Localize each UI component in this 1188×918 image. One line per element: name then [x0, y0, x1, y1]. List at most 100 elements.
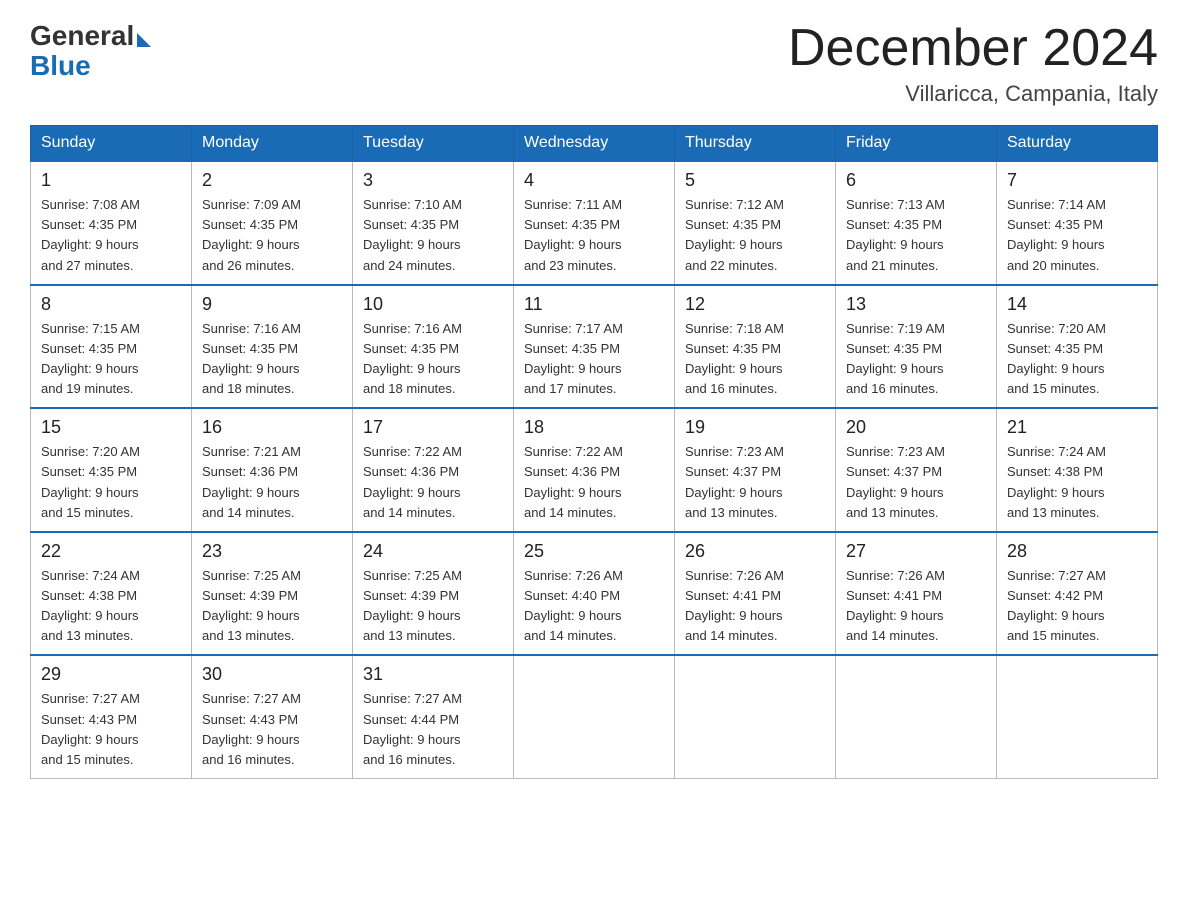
day-info: Sunrise: 7:14 AMSunset: 4:35 PMDaylight:…: [1007, 195, 1147, 276]
day-info: Sunrise: 7:27 AMSunset: 4:42 PMDaylight:…: [1007, 566, 1147, 647]
day-number: 25: [524, 541, 664, 562]
day-info: Sunrise: 7:23 AMSunset: 4:37 PMDaylight:…: [685, 442, 825, 523]
day-number: 4: [524, 170, 664, 191]
day-info: Sunrise: 7:23 AMSunset: 4:37 PMDaylight:…: [846, 442, 986, 523]
calendar-cell: 21 Sunrise: 7:24 AMSunset: 4:38 PMDayligh…: [997, 408, 1158, 532]
calendar-cell: 22 Sunrise: 7:24 AMSunset: 4:38 PMDayligh…: [31, 532, 192, 656]
day-number: 28: [1007, 541, 1147, 562]
day-number: 11: [524, 294, 664, 315]
week-row-2: 8 Sunrise: 7:15 AMSunset: 4:35 PMDaylight…: [31, 285, 1158, 409]
day-number: 6: [846, 170, 986, 191]
day-number: 8: [41, 294, 181, 315]
day-number: 19: [685, 417, 825, 438]
calendar-cell: 3 Sunrise: 7:10 AMSunset: 4:35 PMDaylight…: [353, 161, 514, 285]
week-row-4: 22 Sunrise: 7:24 AMSunset: 4:38 PMDayligh…: [31, 532, 1158, 656]
calendar-cell: 11 Sunrise: 7:17 AMSunset: 4:35 PMDayligh…: [514, 285, 675, 409]
calendar-cell: 4 Sunrise: 7:11 AMSunset: 4:35 PMDaylight…: [514, 161, 675, 285]
day-info: Sunrise: 7:25 AMSunset: 4:39 PMDaylight:…: [202, 566, 342, 647]
calendar-cell: 28 Sunrise: 7:27 AMSunset: 4:42 PMDayligh…: [997, 532, 1158, 656]
day-info: Sunrise: 7:25 AMSunset: 4:39 PMDaylight:…: [363, 566, 503, 647]
calendar-header-sunday: Sunday: [31, 126, 192, 162]
day-number: 3: [363, 170, 503, 191]
calendar-cell: 27 Sunrise: 7:26 AMSunset: 4:41 PMDayligh…: [836, 532, 997, 656]
day-number: 27: [846, 541, 986, 562]
day-number: 21: [1007, 417, 1147, 438]
calendar-cell: [675, 655, 836, 778]
day-number: 15: [41, 417, 181, 438]
day-number: 17: [363, 417, 503, 438]
day-info: Sunrise: 7:21 AMSunset: 4:36 PMDaylight:…: [202, 442, 342, 523]
week-row-1: 1Sunrise: 7:08 AMSunset: 4:35 PMDaylight…: [31, 161, 1158, 285]
location: Villaricca, Campania, Italy: [788, 81, 1158, 107]
day-number: 29: [41, 664, 181, 685]
logo-blue: Blue: [30, 50, 91, 82]
calendar-cell: 2Sunrise: 7:09 AMSunset: 4:35 PMDaylight…: [192, 161, 353, 285]
calendar-cell: 15 Sunrise: 7:20 AMSunset: 4:35 PMDayligh…: [31, 408, 192, 532]
logo-general: General: [30, 20, 134, 52]
calendar-cell: 7 Sunrise: 7:14 AMSunset: 4:35 PMDaylight…: [997, 161, 1158, 285]
calendar-cell: 24 Sunrise: 7:25 AMSunset: 4:39 PMDayligh…: [353, 532, 514, 656]
calendar-header-tuesday: Tuesday: [353, 126, 514, 162]
calendar-cell: 12Sunrise: 7:18 AMSunset: 4:35 PMDayligh…: [675, 285, 836, 409]
calendar-header-row: SundayMondayTuesdayWednesdayThursdayFrid…: [31, 126, 1158, 162]
day-info: Sunrise: 7:27 AMSunset: 4:43 PMDaylight:…: [202, 689, 342, 770]
day-info: Sunrise: 7:11 AMSunset: 4:35 PMDaylight:…: [524, 195, 664, 276]
calendar-header-saturday: Saturday: [997, 126, 1158, 162]
day-number: 7: [1007, 170, 1147, 191]
calendar-cell: [836, 655, 997, 778]
day-info: Sunrise: 7:19 AMSunset: 4:35 PMDaylight:…: [846, 319, 986, 400]
title-section: December 2024 Villaricca, Campania, Ital…: [788, 20, 1158, 107]
calendar-table: SundayMondayTuesdayWednesdayThursdayFrid…: [30, 125, 1158, 779]
day-info: Sunrise: 7:10 AMSunset: 4:35 PMDaylight:…: [363, 195, 503, 276]
calendar-cell: 10Sunrise: 7:16 AMSunset: 4:35 PMDayligh…: [353, 285, 514, 409]
calendar-header-friday: Friday: [836, 126, 997, 162]
calendar-cell: 1Sunrise: 7:08 AMSunset: 4:35 PMDaylight…: [31, 161, 192, 285]
calendar-cell: 13 Sunrise: 7:19 AMSunset: 4:35 PMDayligh…: [836, 285, 997, 409]
day-info: Sunrise: 7:26 AMSunset: 4:40 PMDaylight:…: [524, 566, 664, 647]
calendar-cell: 25 Sunrise: 7:26 AMSunset: 4:40 PMDayligh…: [514, 532, 675, 656]
day-number: 9: [202, 294, 342, 315]
day-info: Sunrise: 7:16 AMSunset: 4:35 PMDaylight:…: [202, 319, 342, 400]
calendar-cell: [514, 655, 675, 778]
day-info: Sunrise: 7:20 AMSunset: 4:35 PMDaylight:…: [1007, 319, 1147, 400]
calendar-header-wednesday: Wednesday: [514, 126, 675, 162]
calendar-cell: 31 Sunrise: 7:27 AMSunset: 4:44 PMDayligh…: [353, 655, 514, 778]
day-info: Sunrise: 7:24 AMSunset: 4:38 PMDaylight:…: [41, 566, 181, 647]
day-number: 14: [1007, 294, 1147, 315]
day-number: 22: [41, 541, 181, 562]
day-info: Sunrise: 7:24 AMSunset: 4:38 PMDaylight:…: [1007, 442, 1147, 523]
day-info: Sunrise: 7:16 AMSunset: 4:35 PMDaylight:…: [363, 319, 503, 400]
day-number: 23: [202, 541, 342, 562]
calendar-cell: 16Sunrise: 7:21 AMSunset: 4:36 PMDayligh…: [192, 408, 353, 532]
day-info: Sunrise: 7:15 AMSunset: 4:35 PMDaylight:…: [41, 319, 181, 400]
day-info: Sunrise: 7:27 AMSunset: 4:44 PMDaylight:…: [363, 689, 503, 770]
calendar-cell: 29 Sunrise: 7:27 AMSunset: 4:43 PMDayligh…: [31, 655, 192, 778]
month-title: December 2024: [788, 20, 1158, 77]
calendar-cell: 8 Sunrise: 7:15 AMSunset: 4:35 PMDaylight…: [31, 285, 192, 409]
calendar-cell: 30 Sunrise: 7:27 AMSunset: 4:43 PMDayligh…: [192, 655, 353, 778]
day-number: 13: [846, 294, 986, 315]
calendar-cell: 26Sunrise: 7:26 AMSunset: 4:41 PMDayligh…: [675, 532, 836, 656]
day-number: 12: [685, 294, 825, 315]
day-number: 24: [363, 541, 503, 562]
logo: General Blue: [30, 20, 151, 82]
calendar-header-monday: Monday: [192, 126, 353, 162]
calendar-cell: 23 Sunrise: 7:25 AMSunset: 4:39 PMDayligh…: [192, 532, 353, 656]
day-info: Sunrise: 7:27 AMSunset: 4:43 PMDaylight:…: [41, 689, 181, 770]
day-info: Sunrise: 7:22 AMSunset: 4:36 PMDaylight:…: [363, 442, 503, 523]
calendar-cell: [997, 655, 1158, 778]
week-row-5: 29 Sunrise: 7:27 AMSunset: 4:43 PMDayligh…: [31, 655, 1158, 778]
day-info: Sunrise: 7:12 AMSunset: 4:35 PMDaylight:…: [685, 195, 825, 276]
day-number: 1: [41, 170, 181, 191]
day-info: Sunrise: 7:13 AMSunset: 4:35 PMDaylight:…: [846, 195, 986, 276]
day-number: 20: [846, 417, 986, 438]
page-header: General Blue December 2024 Villaricca, C…: [30, 20, 1158, 107]
day-info: Sunrise: 7:26 AMSunset: 4:41 PMDaylight:…: [846, 566, 986, 647]
day-number: 30: [202, 664, 342, 685]
calendar-cell: 14 Sunrise: 7:20 AMSunset: 4:35 PMDayligh…: [997, 285, 1158, 409]
day-info: Sunrise: 7:20 AMSunset: 4:35 PMDaylight:…: [41, 442, 181, 523]
day-info: Sunrise: 7:09 AMSunset: 4:35 PMDaylight:…: [202, 195, 342, 276]
calendar-header-thursday: Thursday: [675, 126, 836, 162]
day-number: 31: [363, 664, 503, 685]
day-info: Sunrise: 7:17 AMSunset: 4:35 PMDaylight:…: [524, 319, 664, 400]
